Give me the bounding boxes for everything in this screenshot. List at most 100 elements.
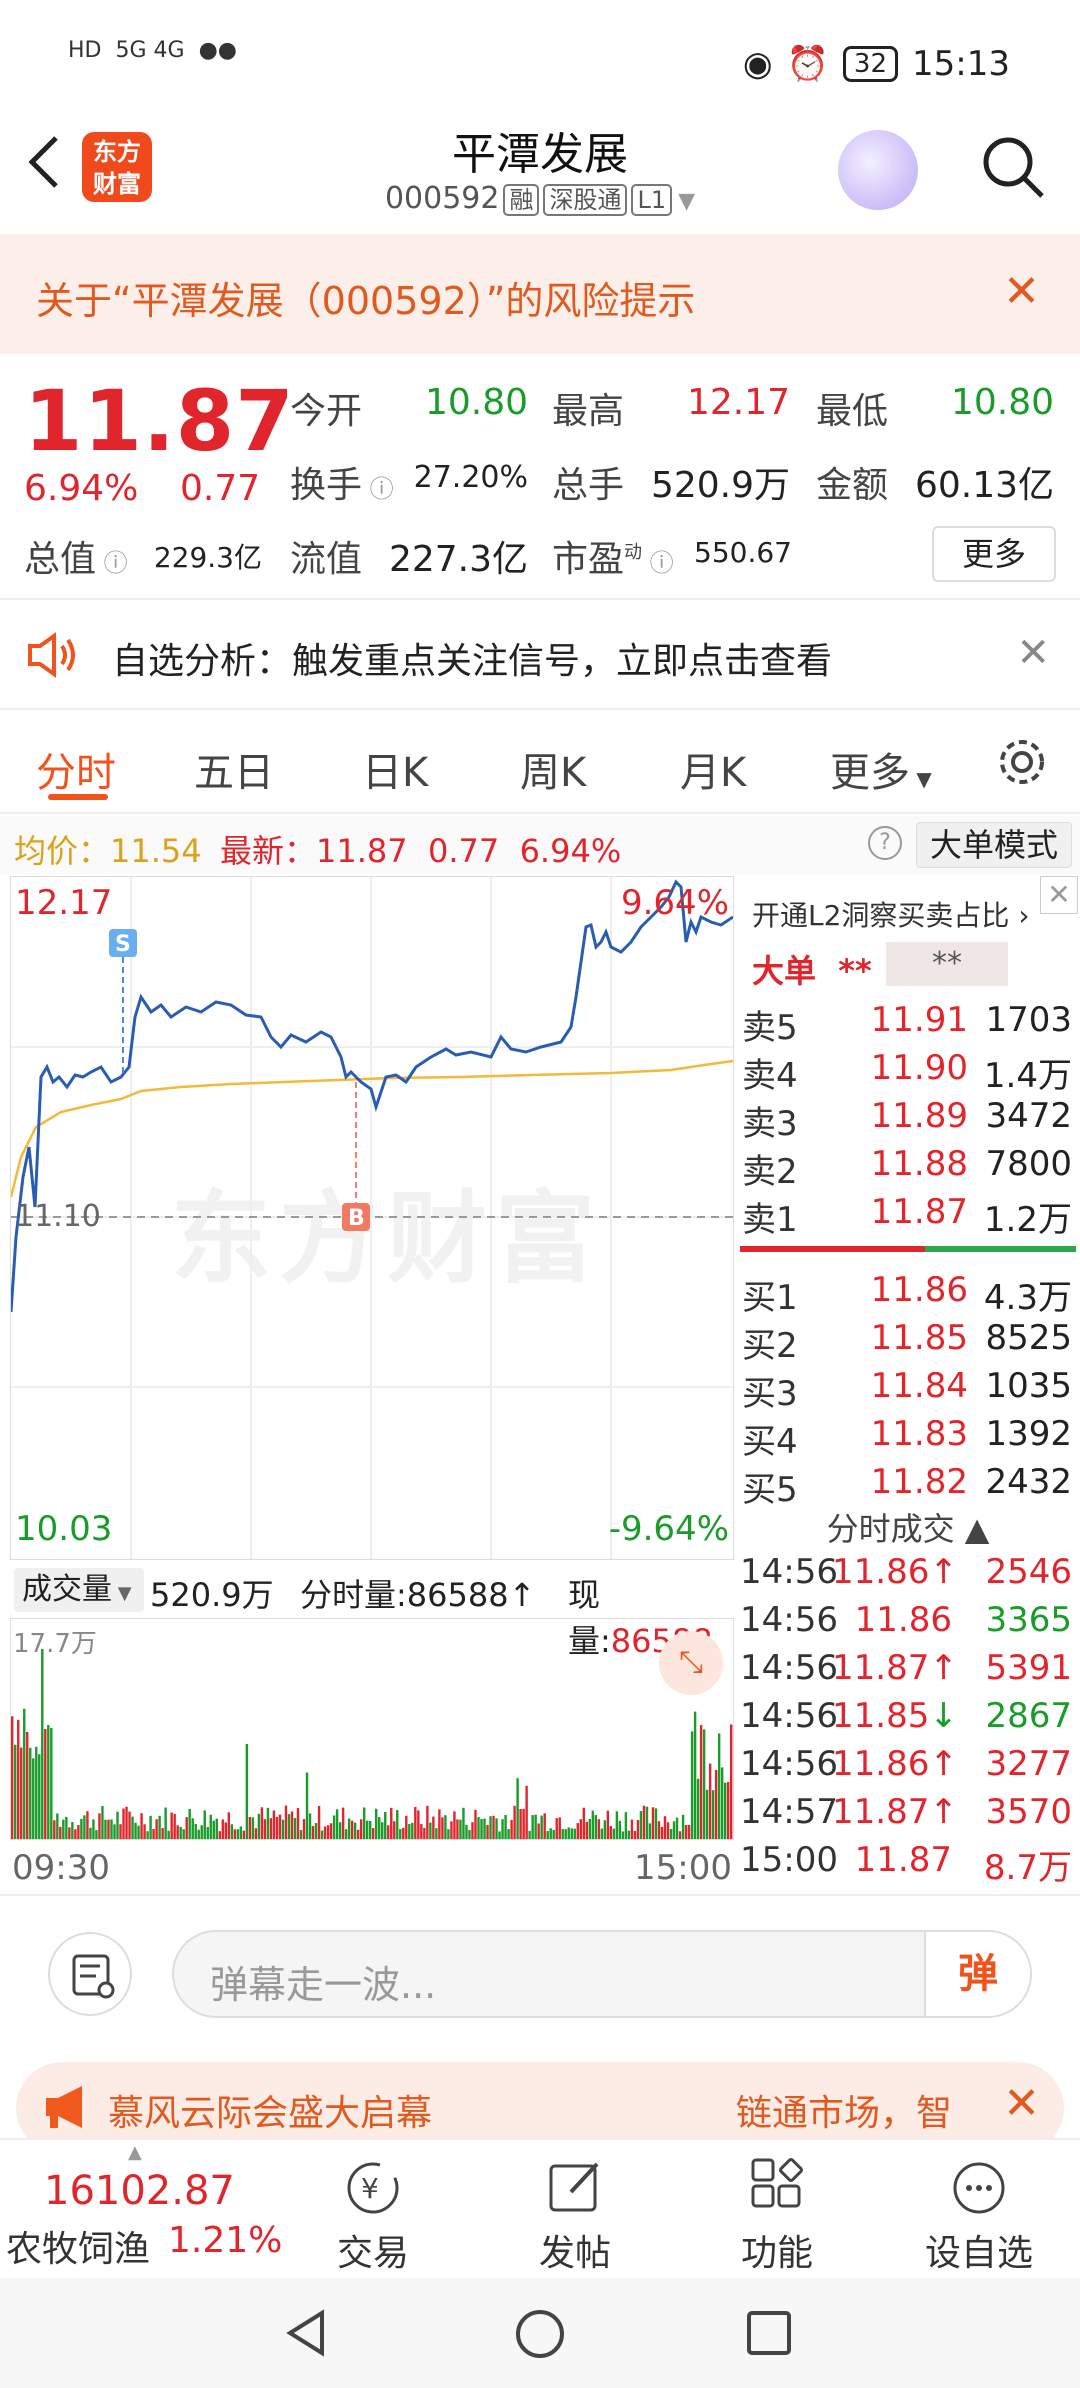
volume-bar	[411, 1822, 414, 1839]
ask-row[interactable]: 卖3 11.89 3472	[736, 1096, 1080, 1144]
close-icon[interactable]: ✕	[1016, 630, 1050, 676]
bid-row[interactable]: 买2 11.85 8525	[736, 1318, 1080, 1366]
back-nav-icon[interactable]	[282, 2308, 332, 2358]
home-nav-icon[interactable]	[514, 2308, 566, 2360]
volume-bar	[188, 1808, 191, 1839]
volume-bar	[248, 1817, 252, 1839]
volume-bar	[372, 1828, 375, 1839]
stock-code-row[interactable]: 000592 融深股通 L1 ▼	[0, 180, 1080, 216]
volume-bar	[423, 1827, 426, 1839]
volume-bar	[402, 1827, 405, 1839]
trade-row: 14:56 11.86↑ 2546	[740, 1552, 1072, 1592]
dadan-stars: **	[886, 942, 1008, 986]
tab-rik[interactable]: 日K	[362, 740, 428, 798]
volume-bar	[269, 1818, 273, 1839]
gear-icon[interactable]	[994, 734, 1050, 790]
nav-add-watchlist[interactable]: 设自选	[904, 2140, 1054, 2280]
ask-row[interactable]: 卖4 11.90 1.4万	[736, 1048, 1080, 1096]
volume-bar	[254, 1828, 258, 1839]
volume-bar	[203, 1810, 206, 1839]
header: 东方财富 平潭发展 000592 融深股通 L1 ▼	[0, 118, 1080, 234]
volume-bar	[326, 1825, 330, 1839]
l2-link[interactable]: 开通L2洞察买卖占比 ›	[752, 894, 1030, 934]
grid	[11, 877, 733, 1559]
volume-chart[interactable]: 17.7万 ⤡	[10, 1618, 734, 1840]
volume-select[interactable]: 成交量 ▼	[14, 1568, 144, 1612]
volume-bar	[80, 1818, 83, 1839]
danmu-input[interactable]: 弹幕走一波... 弹	[172, 1930, 1032, 2018]
analysis-notice[interactable]: 自选分析：触发重点关注信号，立即点击查看 ✕	[0, 600, 1080, 710]
sector-index[interactable]: ▲ 16102.87 农牧饲渔 1.21%	[0, 2140, 290, 2280]
volume-bar	[350, 1820, 354, 1839]
volume-bar	[86, 1811, 89, 1839]
volume-bar	[83, 1815, 86, 1839]
volume-bar	[513, 1805, 516, 1839]
volume-bar	[696, 1778, 700, 1839]
expand-icon[interactable]: ⤡	[659, 1631, 723, 1695]
more-button[interactable]: 更多	[932, 526, 1056, 582]
volume-bar	[657, 1821, 661, 1839]
nav-trade[interactable]: ¥ 交易	[298, 2140, 448, 2280]
recents-nav-icon[interactable]	[746, 2310, 792, 2356]
volume-bar	[305, 1772, 309, 1839]
volume-bar	[468, 1830, 471, 1839]
close-icon[interactable]: ✕	[1003, 266, 1040, 317]
volume-bar	[353, 1822, 357, 1839]
volume-bar	[14, 1744, 17, 1839]
volume-bar	[359, 1819, 363, 1839]
danmu-send-button[interactable]: 弹	[924, 1932, 1030, 2016]
time-axis: 09:30 15:00	[12, 1842, 732, 1892]
turnover-label[interactable]: 换手 ⓘ	[290, 456, 394, 508]
volume-total: 520.9万	[150, 1576, 274, 1614]
signal-icon: 5G 4G	[115, 38, 185, 63]
pe-label[interactable]: 市盈动 ⓘ	[552, 530, 674, 582]
tab-wuri[interactable]: 五日	[194, 740, 274, 798]
search-icon[interactable]	[978, 132, 1050, 204]
volume-bar	[594, 1815, 598, 1839]
trade-row: 14:56 11.86 3365	[740, 1600, 1072, 1640]
risk-banner[interactable]: 关于“平潭发展（000592）”的风险提示 ✕	[0, 234, 1080, 354]
bid-row[interactable]: 买5 11.82 2432	[736, 1462, 1080, 1510]
nav-function[interactable]: 功能	[702, 2140, 852, 2280]
close-icon[interactable]: ✕	[1040, 876, 1078, 914]
volume-bar	[681, 1814, 685, 1839]
volume-bar	[558, 1817, 561, 1839]
close-icon[interactable]: ✕	[1003, 2078, 1040, 2129]
volume-bar	[693, 1711, 697, 1839]
volume-bar	[179, 1826, 182, 1839]
volume-bar	[161, 1828, 164, 1839]
tab-more[interactable]: 更多 ▼	[830, 740, 932, 798]
bid-row[interactable]: 买4 11.83 1392	[736, 1414, 1080, 1462]
mktcap-label[interactable]: 总值 ⓘ	[24, 530, 128, 582]
clock: 15:13	[912, 44, 1010, 84]
tab-zhouk[interactable]: 周K	[520, 740, 586, 798]
mktcap-value: 229.3亿	[153, 541, 262, 574]
bid-row[interactable]: 买1 11.86 4.3万	[736, 1270, 1080, 1318]
volume-bar	[561, 1829, 564, 1839]
ask-row[interactable]: 卖5 11.91 1703	[736, 1000, 1080, 1048]
tab-yuek[interactable]: 月K	[680, 740, 746, 798]
trades-header[interactable]: 分时成交 ▲	[736, 1504, 1080, 1550]
assistant-avatar[interactable]	[838, 130, 918, 210]
trade-row: 14:56 11.85↓ 2867	[740, 1696, 1072, 1736]
volume-bar	[447, 1829, 450, 1839]
volume-bar	[347, 1818, 351, 1839]
nav-post[interactable]: 发帖	[500, 2140, 650, 2280]
tab-fenshi[interactable]: 分时	[36, 740, 116, 798]
bid-row[interactable]: 买3 11.84 1035	[736, 1366, 1080, 1414]
yen-icon: ¥	[347, 2162, 399, 2214]
volume-bar	[224, 1822, 227, 1839]
ask-row[interactable]: 卖1 11.87 1.2万	[736, 1192, 1080, 1240]
ask-row[interactable]: 卖2 11.88 7800	[736, 1144, 1080, 1192]
volume-bar	[332, 1815, 336, 1839]
intraday-chart[interactable]: 东方财富 S B 12.17 9.64% 11.10 10.03 -9.64%	[10, 876, 734, 1560]
dadan-mode-button[interactable]: 大单模式	[916, 822, 1072, 868]
volume-bar	[444, 1815, 447, 1839]
help-icon[interactable]: ?	[868, 826, 902, 860]
note-icon[interactable]	[48, 1932, 132, 2016]
volume-bar	[492, 1815, 495, 1839]
volume-bar	[459, 1819, 462, 1839]
volume-bar	[711, 1790, 715, 1839]
volume-bar	[311, 1826, 315, 1839]
volume-bar	[41, 1649, 44, 1839]
